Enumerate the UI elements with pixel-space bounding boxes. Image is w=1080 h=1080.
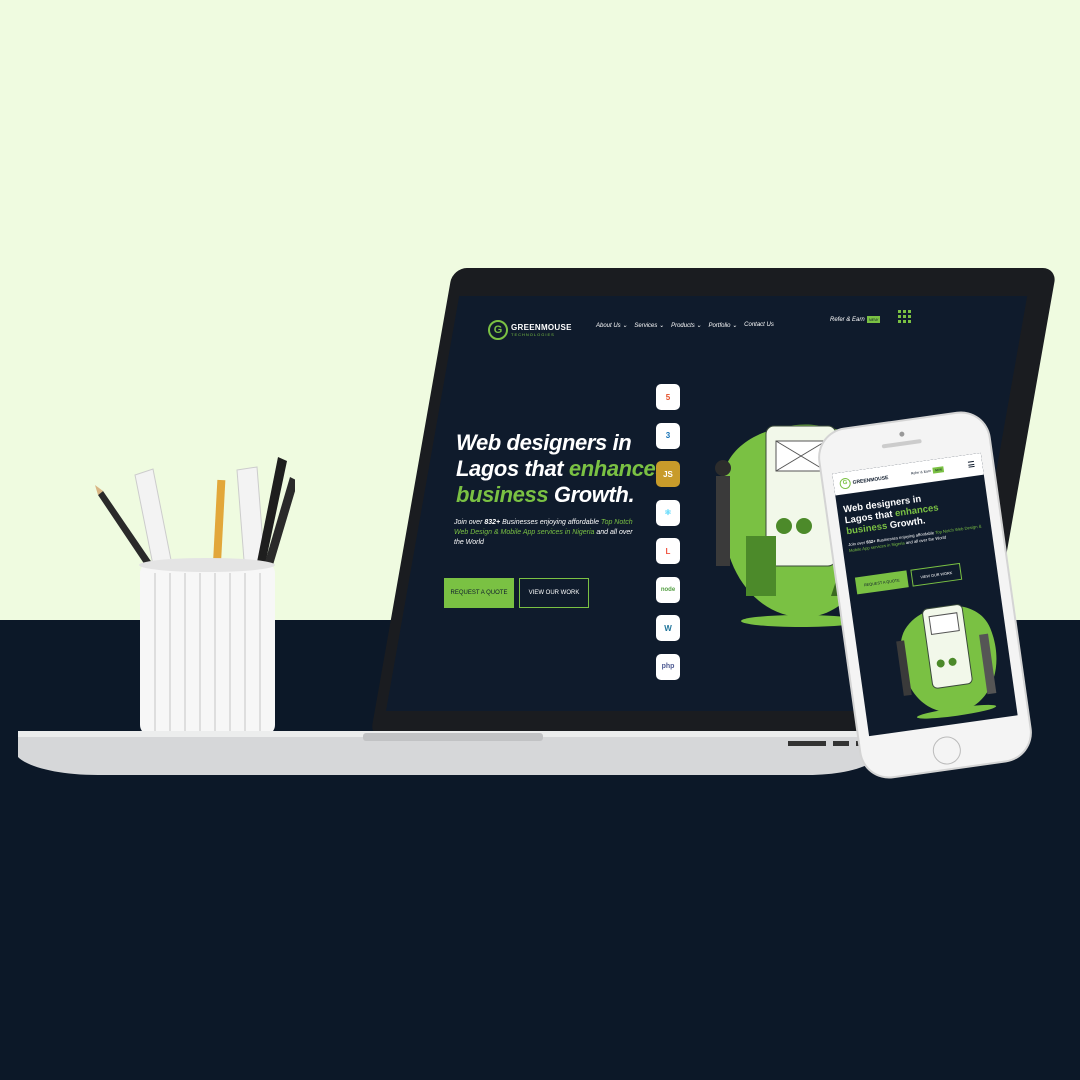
css3-icon: 3 <box>656 422 680 449</box>
html5-icon: 5 <box>656 384 680 410</box>
site-logo[interactable]: G GREENMOUSE TECHNOLOGIES <box>488 320 572 340</box>
phone-hero-illustration <box>896 604 997 719</box>
hero-title-line2a: Lagos that <box>456 456 569 481</box>
phone-logo-icon: G <box>838 477 852 490</box>
phone-new-badge: NEW <box>932 466 945 474</box>
nav-portfolio[interactable]: Portfolio ⌄ <box>708 322 737 329</box>
view-work-button[interactable]: VIEW OUR WORK <box>519 578 589 608</box>
apps-grid-icon[interactable] <box>898 310 911 323</box>
react-icon: ⚛ <box>656 499 680 526</box>
logo-name: GREENMOUSE <box>511 323 572 332</box>
cup-rim <box>139 558 275 572</box>
php-icon: php <box>656 653 680 680</box>
logo-tagline: TECHNOLOGIES <box>511 332 555 337</box>
site-navbar: G GREENMOUSE TECHNOLOGIES About Us ⌄ Ser… <box>416 310 956 350</box>
ruler-1 <box>134 468 174 576</box>
phone-refer-link[interactable]: Refer & Earn NEW <box>911 466 945 477</box>
phone-logo[interactable]: G GREENMOUSE <box>838 472 889 490</box>
hero-desc-count: 832+ <box>484 519 501 526</box>
phone-home-button[interactable] <box>931 734 963 767</box>
hamburger-menu-icon[interactable] <box>967 460 975 469</box>
hero-title: Web designers in Lagos that enhances bus… <box>456 430 676 508</box>
phone-request-quote-button[interactable]: REQUEST A QUOTE <box>854 570 909 595</box>
hero-description: Join over 832+ Businesses enjoying affor… <box>454 518 644 548</box>
refer-earn-label: Refer & Earn <box>830 317 865 324</box>
hero-title-line3a: business <box>456 482 549 507</box>
nav-contact-us[interactable]: Contact Us <box>744 322 774 329</box>
phone-refer-label: Refer & Earn <box>910 468 932 476</box>
wordpress-icon: W <box>656 615 680 641</box>
pencil-cup <box>95 455 298 745</box>
laptop-base <box>18 731 888 775</box>
laravel-icon: L <box>656 538 680 564</box>
logo-icon: G <box>488 320 508 340</box>
hero-title-line3b: Growth. <box>548 482 635 507</box>
hero-title-line2b: enhances <box>568 456 668 481</box>
nav-about-us[interactable]: About Us ⌄ <box>596 322 627 329</box>
speaker-grille <box>881 439 922 449</box>
hero-desc-part1: Join over <box>454 519 485 526</box>
main-menu: About Us ⌄ Services ⌄ Products ⌄ Portfol… <box>596 322 774 329</box>
tech-stack-icons: 5 3 JS ⚛ L node W php <box>656 384 690 692</box>
request-quote-button[interactable]: REQUEST A QUOTE <box>444 578 514 608</box>
nodejs-icon: node <box>656 576 680 603</box>
new-badge: NEW <box>866 316 881 323</box>
javascript-icon: JS <box>656 461 680 487</box>
phone-screen: G GREENMOUSE Refer & Earn NEW Web designe… <box>832 452 1018 737</box>
nav-products[interactable]: Products ⌄ <box>671 322 701 329</box>
nav-services[interactable]: Services ⌄ <box>634 322 664 329</box>
hero-title-line1: Web designers in <box>456 430 632 455</box>
refer-earn-link[interactable]: Refer & Earn NEW <box>830 316 881 324</box>
front-camera <box>899 431 905 437</box>
phone-logo-name: GREENMOUSE <box>852 474 889 486</box>
cup-body <box>140 563 275 735</box>
hero-desc-part2: Businesses enjoying affordable <box>500 519 601 526</box>
phone-view-work-button[interactable]: VIEW OUR WORK <box>910 562 963 587</box>
